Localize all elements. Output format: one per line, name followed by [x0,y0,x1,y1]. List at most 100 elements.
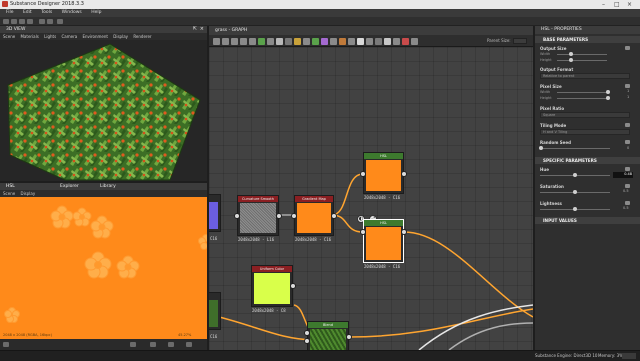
input-port[interactable] [291,213,297,219]
slider-knob[interactable] [569,52,573,56]
atomic-node-icon[interactable] [303,38,310,45]
histogram-icon[interactable] [186,342,192,347]
menu-help[interactable]: Help [91,10,101,15]
new-icon[interactable] [3,19,9,24]
view2d-viewport[interactable] [0,197,207,339]
fit-icon[interactable] [130,342,136,347]
slider-knob[interactable] [539,146,543,150]
view3d-viewport[interactable] [0,40,207,181]
minimize-icon[interactable]: – [602,0,605,9]
maximize-icon[interactable]: □ [614,0,620,9]
publish-icon[interactable] [57,19,63,24]
param-link-icon[interactable] [625,167,630,171]
menu-tools[interactable]: Tools [41,10,52,15]
param-link-icon[interactable] [625,184,630,188]
close-icon[interactable]: × [627,0,632,9]
param-link-icon[interactable] [625,201,630,205]
graph-tool-icon[interactable] [213,38,220,45]
node-gradient-map[interactable]: Gradient Map [291,195,337,236]
output-size-width-slider[interactable] [557,54,607,55]
graph-canvas[interactable]: C16 C16 Curvature Smooth 2048x2048 - L16… [209,47,533,350]
input-port[interactable] [304,330,310,336]
save-all-icon[interactable] [27,19,33,24]
pixel-size-width-slider[interactable] [557,92,609,93]
atomic-node-icon[interactable] [321,38,328,45]
tiling-mode-dropdown[interactable]: H and V Tiling [540,129,630,135]
output-port[interactable] [401,229,407,235]
atomic-node-icon[interactable] [348,38,355,45]
param-link-icon[interactable] [625,140,630,144]
atomic-node-icon[interactable] [339,38,346,45]
save-icon[interactable] [19,19,25,24]
graph-tool-icon[interactable] [249,38,256,45]
lightness-value[interactable]: 0.5 [623,206,629,210]
atomic-node-icon[interactable] [276,38,283,45]
random-seed-slider[interactable] [540,148,610,149]
view2d-tool-icon[interactable] [3,342,9,347]
slider-knob[interactable] [573,207,577,211]
panel-close-icon[interactable]: × [200,26,204,33]
float-icon[interactable]: ⇱ [193,26,197,33]
param-link-icon[interactable] [625,123,630,127]
redo-icon[interactable] [47,19,53,24]
graph-tool-icon[interactable] [240,38,247,45]
output-port[interactable] [276,213,282,219]
section-base-parameters[interactable]: BASE PARAMETERS [535,36,640,43]
slider-knob[interactable] [606,96,610,100]
node-hsl-selected[interactable]: HSL [360,219,407,263]
menu-edit[interactable]: Edit [23,10,32,15]
menu-file[interactable]: File [6,10,14,15]
param-link-icon[interactable] [625,46,630,50]
output-port[interactable] [346,334,352,340]
zoom-1to1-icon[interactable] [150,342,156,347]
node-uniform-color[interactable]: Uniform Color [251,265,296,307]
output-port[interactable] [290,283,296,289]
pixel-size-height-slider[interactable] [557,98,609,99]
slider-knob[interactable] [569,58,573,62]
atomic-node-icon[interactable] [384,38,391,45]
hue-value-field[interactable]: 0.48 [613,172,633,178]
node-left-a[interactable] [209,194,221,232]
view3d-menu-camera[interactable]: Camera [61,34,77,39]
view2d-menu-scene[interactable]: Scene [3,191,15,196]
node-hsl[interactable]: HSL [360,152,407,194]
atomic-node-icon[interactable] [267,38,274,45]
node-blend[interactable]: Blend [304,321,352,350]
tab-hsl[interactable]: HSL [6,183,15,190]
channels-icon[interactable] [168,342,174,347]
view3d-menu-environment[interactable]: Environment [82,34,108,39]
slider-knob[interactable] [573,173,577,177]
atomic-node-icon[interactable] [312,38,319,45]
slider-knob[interactable] [606,90,610,94]
saturation-value[interactable]: 0.5 [623,189,629,193]
atomic-node-icon[interactable] [393,38,400,45]
graph-tool-icon[interactable] [222,38,229,45]
section-specific-parameters[interactable]: SPECIFIC PARAMETERS [535,157,640,164]
parent-size-dropdown[interactable] [513,38,527,44]
view3d-menu-materials[interactable]: Materials [20,34,38,39]
section-input-values[interactable]: INPUT VALUES [535,217,640,224]
output-size-height-slider[interactable] [557,60,607,61]
open-icon[interactable] [11,19,17,24]
slider-knob[interactable] [573,190,577,194]
undo-icon[interactable] [39,19,45,24]
view3d-menu-lights[interactable]: Lights [44,34,56,39]
graph-tool-icon[interactable] [231,38,238,45]
atomic-node-icon[interactable] [294,38,301,45]
pixel-size-width-value[interactable]: 1 [627,89,629,93]
atomic-node-icon[interactable] [375,38,382,45]
view3d-menu-display[interactable]: Display [113,34,128,39]
output-format-dropdown[interactable]: Relative to parent [540,73,630,79]
tab-explorer[interactable]: Explorer [60,183,79,190]
input-port[interactable] [360,171,366,177]
pixel-size-height-value[interactable]: 1 [627,95,629,99]
atomic-node-icon[interactable] [357,38,364,45]
view2d-menu-display[interactable]: Display [20,191,35,196]
param-link-icon[interactable] [625,84,630,88]
output-port[interactable] [401,171,407,177]
atomic-node-icon[interactable] [330,38,337,45]
tab-library[interactable]: Library [100,183,116,190]
input-port[interactable] [360,229,366,235]
pixel-ratio-dropdown[interactable]: Square [540,112,630,118]
node-left-b[interactable] [209,292,221,330]
